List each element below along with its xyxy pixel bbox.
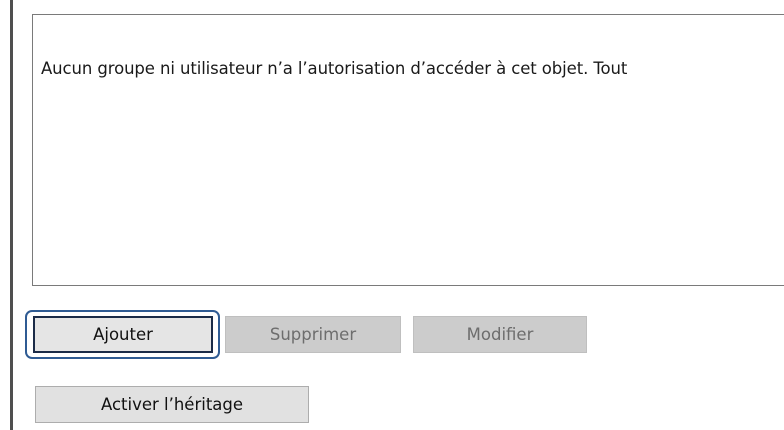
enable-inheritance-button[interactable]: Activer l’héritage	[35, 386, 309, 423]
permissions-list[interactable]: Aucun groupe ni utilisateur n’a l’autori…	[32, 14, 784, 286]
empty-permissions-message: Aucun groupe ni utilisateur n’a l’autori…	[41, 59, 628, 78]
edit-button[interactable]: Modifier	[413, 316, 587, 353]
remove-button[interactable]: Supprimer	[225, 316, 401, 353]
add-button[interactable]: Ajouter	[33, 316, 213, 353]
window-left-border	[10, 0, 13, 430]
